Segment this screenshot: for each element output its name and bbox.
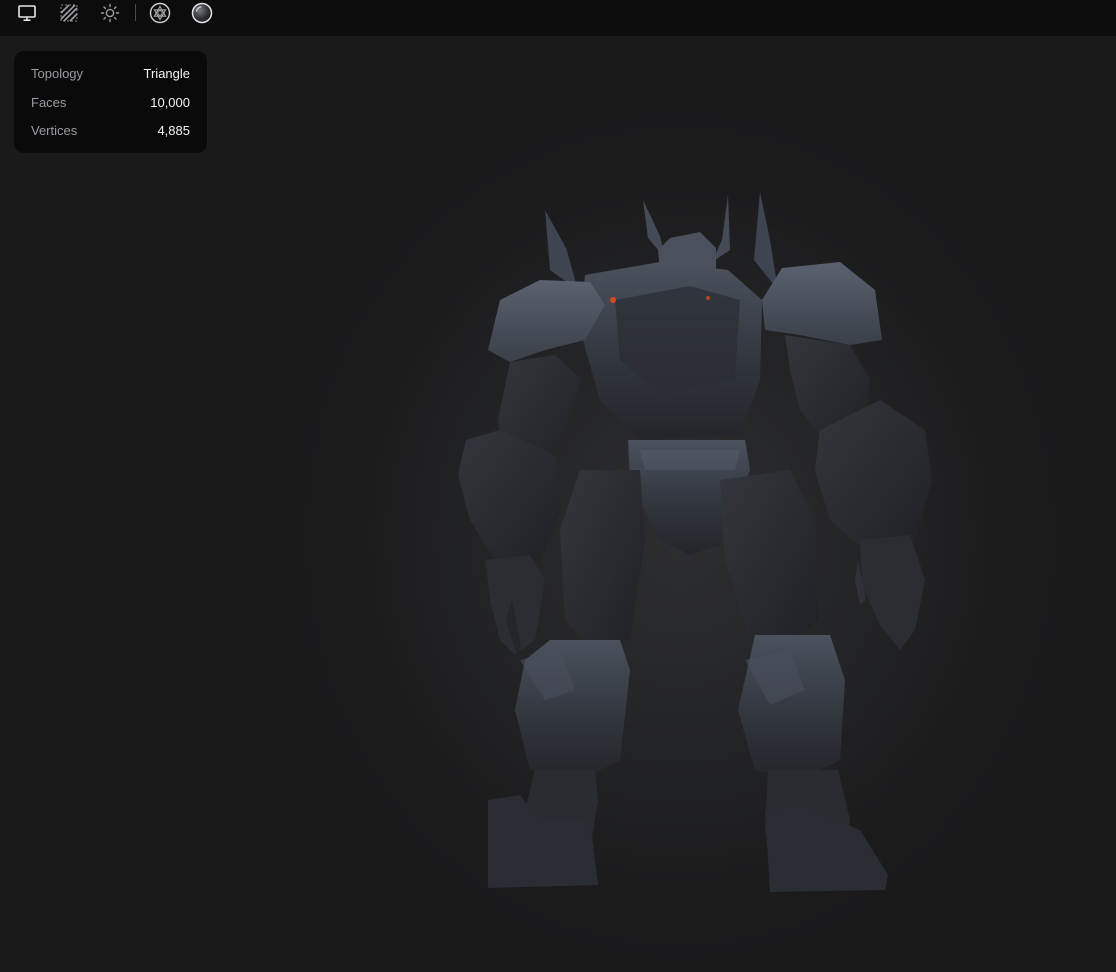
vertices-value: 4,885 [157,122,190,138]
robot-model [458,192,932,892]
model-viewer: Topology Triangle Faces 10,000 Vertices … [0,0,1116,972]
viewer-toolbar [0,0,1116,36]
toolbar-divider [135,4,136,21]
material-button[interactable] [147,0,173,26]
topology-value: Triangle [143,65,190,81]
faces-row: Faces 10,000 [31,93,190,111]
faces-value: 10,000 [150,94,190,110]
topology-label: Topology [31,65,84,81]
wireframe-button[interactable] [56,0,82,26]
faces-label: Faces [31,94,67,110]
display-mode-button[interactable] [14,0,40,26]
lighting-button[interactable] [97,0,123,26]
3d-viewport[interactable]: Topology Triangle Faces 10,000 Vertices … [0,36,1116,972]
vertices-label: Vertices [31,122,78,138]
monitor-icon [18,5,36,22]
vertices-row: Vertices 4,885 [31,121,190,139]
environment-button[interactable] [189,0,215,26]
sphere-icon [191,2,213,24]
sun-icon [100,3,120,23]
topology-row: Topology Triangle [31,64,190,82]
matcap-icon [149,2,171,24]
wireframe-icon [60,4,78,22]
mesh-info-panel: Topology Triangle Faces 10,000 Vertices … [14,51,207,153]
